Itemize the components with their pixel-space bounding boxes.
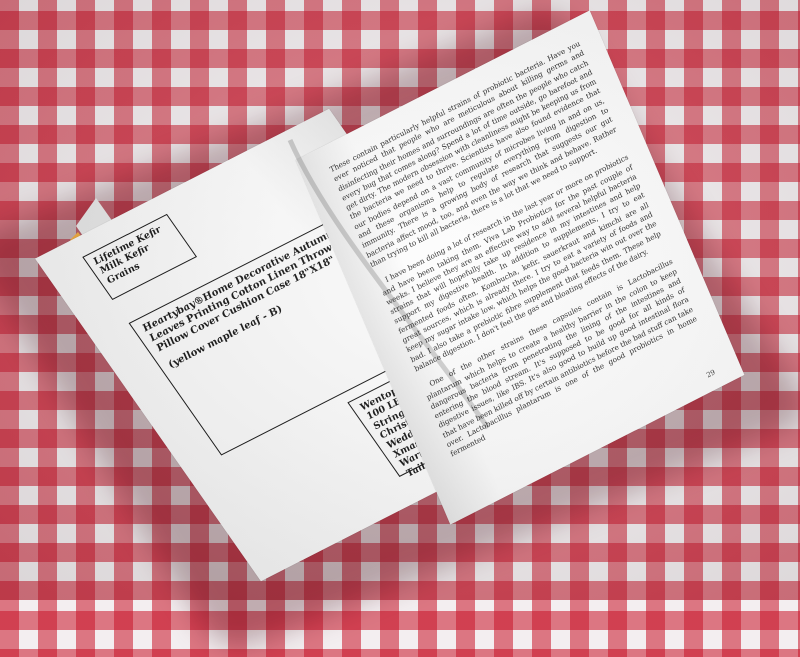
product-box-kefir: Lifetime Kefir Milk Kefir Grains: [82, 213, 198, 301]
photo-scene: Lifetime Kefir Milk Kefir Grains Heartyb…: [0, 0, 800, 657]
page-number: 29: [705, 368, 717, 380]
product-title: Lifetime Kefir Milk Kefir Grains: [91, 224, 164, 286]
